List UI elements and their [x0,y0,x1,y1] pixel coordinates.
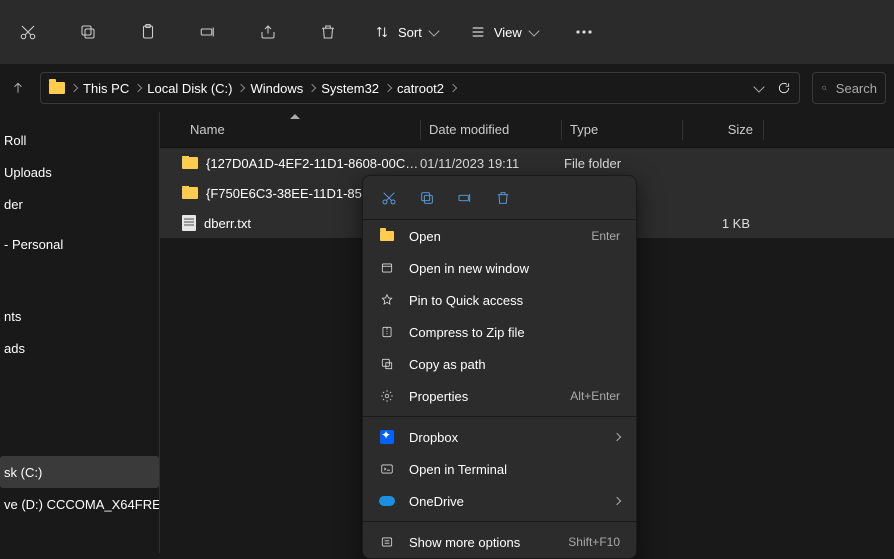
command-bar: Sort View [0,0,894,64]
view-label: View [494,25,522,40]
breadcrumb-segment[interactable]: System32 [321,81,379,96]
breadcrumb[interactable]: This PC Local Disk (C:) Windows System32 cat… [40,72,800,104]
ctx-dropbox[interactable]: Dropbox [363,421,636,453]
sort-button[interactable]: Sort [368,12,444,52]
file-name: dberr.txt [204,216,251,231]
breadcrumb-segment[interactable]: Local Disk (C:) [147,81,232,96]
zip-icon [380,325,394,339]
folder-open-icon [380,231,394,241]
search-input[interactable]: Search [812,72,886,104]
sidebar-item[interactable]: sk (C:) [0,456,159,488]
view-button[interactable]: View [464,12,544,52]
breadcrumb-segment[interactable]: Windows [250,81,303,96]
navigation-pane[interactable]: RollUploadsder - Personal ntsads sk (C:)ve … [0,112,160,553]
ctx-open[interactable]: OpenEnter [363,220,636,252]
sort-label: Sort [398,25,422,40]
ctx-compress-zip[interactable]: Compress to Zip file [363,316,636,348]
chevron-right-icon [70,84,78,92]
file-icon [182,215,196,231]
search-icon [821,81,828,95]
chevron-down-icon [528,25,539,36]
rename-button[interactable] [188,12,228,52]
dropbox-icon [380,430,394,444]
file-date: 01/11/2023 19:11 [420,156,560,171]
paste-button[interactable] [128,12,168,52]
search-placeholder: Search [836,81,877,96]
chevron-right-icon [449,84,457,92]
folder-icon [49,82,65,94]
file-row[interactable]: {127D0A1D-4EF2-11D1-8608-00C04FC295…01/1… [160,148,894,178]
ctx-open-new-window[interactable]: Open in new window [363,252,636,284]
up-button[interactable] [8,81,28,95]
history-dropdown-icon[interactable] [753,81,764,92]
sidebar-item[interactable]: - Personal [0,228,159,260]
delete-icon[interactable] [495,190,511,206]
ctx-onedrive[interactable]: OneDrive [363,485,636,517]
view-icon [470,24,486,40]
ctx-properties[interactable]: PropertiesAlt+Enter [363,380,636,412]
chevron-right-icon [134,84,142,92]
column-headers[interactable]: Name Date modified Type Size [160,112,894,148]
file-size: 1 KB [680,216,760,231]
window-icon [380,261,394,275]
star-icon [380,293,394,307]
chevron-down-icon [428,25,439,36]
delete-button[interactable] [308,12,348,52]
ctx-pin-quick-access[interactable]: Pin to Quick access [363,284,636,316]
sidebar-item[interactable]: nts [0,300,159,332]
chevron-right-icon [384,84,392,92]
share-button[interactable] [248,12,288,52]
chevron-right-icon [237,84,245,92]
sidebar-item[interactable]: Uploads [0,156,159,188]
overflow-button[interactable] [564,12,604,52]
chevron-right-icon [308,84,316,92]
cut-icon[interactable] [381,190,397,206]
file-name: {127D0A1D-4EF2-11D1-8608-00C04FC295… [206,156,420,171]
chevron-right-icon [613,497,621,505]
column-size[interactable]: Size [683,122,763,137]
refresh-button[interactable] [777,81,791,95]
sidebar-item[interactable]: ads [0,332,159,364]
sidebar-item[interactable]: der [0,188,159,220]
file-type: File folder [560,156,680,171]
terminal-icon [380,462,394,476]
ctx-open-terminal[interactable]: Open in Terminal [363,453,636,485]
sort-asc-icon [290,114,300,119]
context-menu: OpenEnter Open in new window Pin to Quic… [362,175,637,559]
onedrive-icon [379,496,395,506]
copy-icon[interactable] [419,190,435,206]
more-icon [380,535,394,549]
breadcrumb-segment[interactable]: catroot2 [397,81,444,96]
breadcrumb-segment[interactable]: This PC [83,81,129,96]
sort-icon [374,24,390,40]
address-bar-row: This PC Local Disk (C:) Windows System32 cat… [0,64,894,112]
column-date[interactable]: Date modified [421,122,561,137]
sidebar-item[interactable]: Roll [0,124,159,156]
sidebar-item[interactable]: ve (D:) CCCOMA_X64FRE_E [0,488,159,520]
ctx-show-more[interactable]: Show more optionsShift+F10 [363,526,636,558]
column-type[interactable]: Type [562,122,682,137]
copy-path-icon [380,357,394,371]
context-quick-actions [363,176,636,220]
ctx-copy-path[interactable]: Copy as path [363,348,636,380]
folder-icon [182,187,198,199]
copy-button[interactable] [68,12,108,52]
folder-icon [182,157,198,169]
cut-button[interactable] [8,12,48,52]
rename-icon[interactable] [457,190,473,206]
properties-icon [380,389,394,403]
chevron-right-icon [613,433,621,441]
column-name[interactable]: Name [160,122,420,137]
